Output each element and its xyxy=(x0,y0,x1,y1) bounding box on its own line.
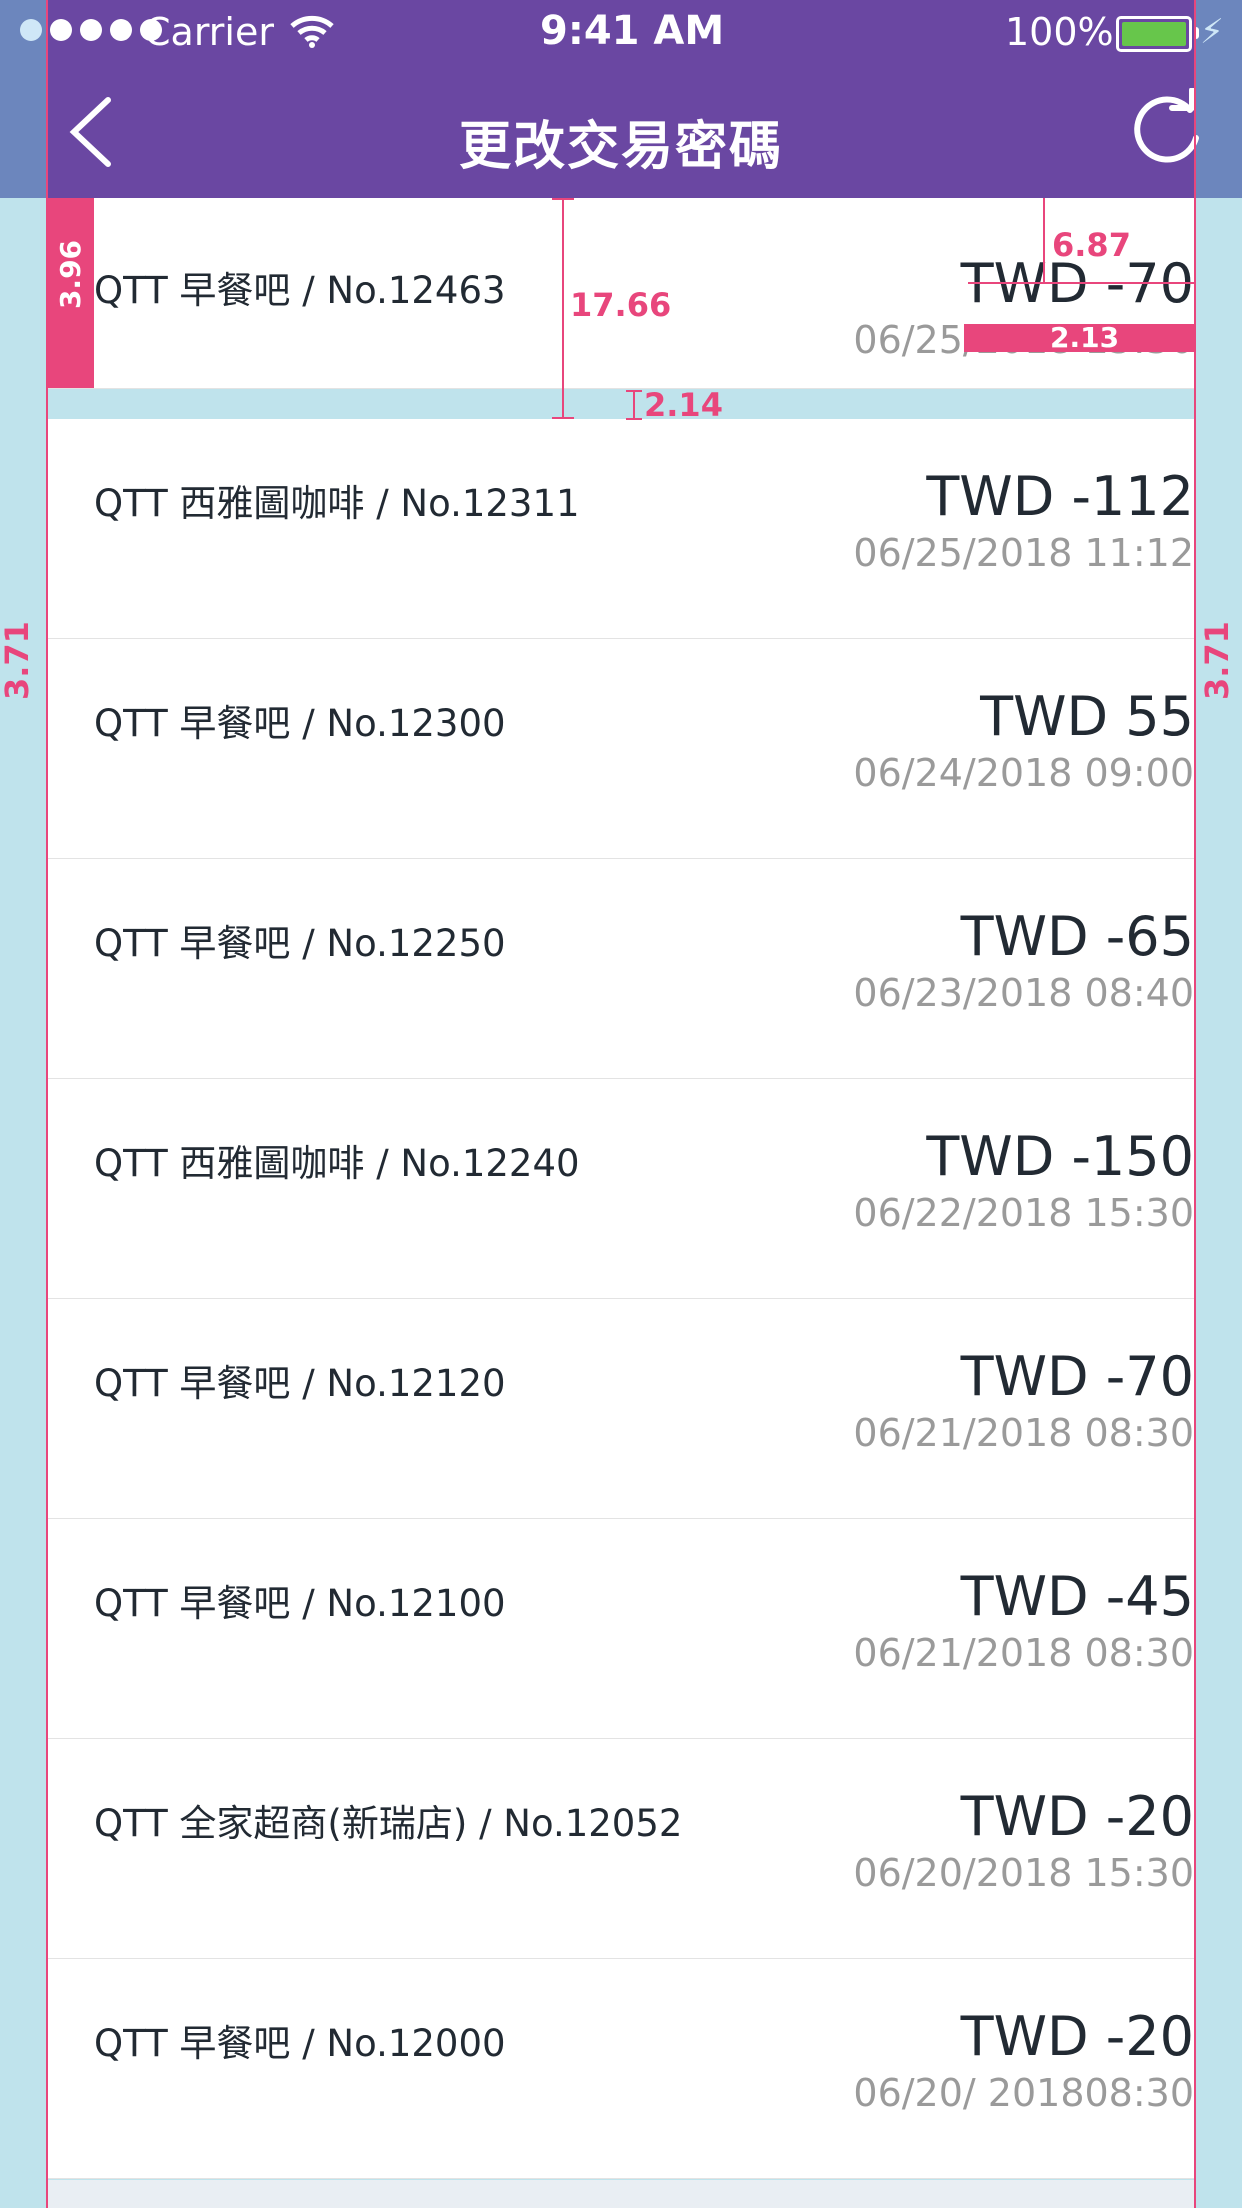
amount-label: TWD -45 xyxy=(960,1565,1194,1628)
spec-top-gap-label: 6.87 xyxy=(1052,226,1131,264)
spec-margin-left-label: 3.71 xyxy=(0,621,36,700)
amount-label: TWD -20 xyxy=(960,1785,1194,1848)
spec-height-cap-top xyxy=(552,198,574,200)
amount-label: TWD -112 xyxy=(926,465,1194,528)
transaction-row[interactable]: QTT 全家超商(新瑞店) / No.12052 TWD -20 06/20/2… xyxy=(48,1739,1194,1959)
page-title: 更改交易密碼 xyxy=(458,117,783,177)
merchant-label: QTT 西雅圖咖啡 / No.12311 xyxy=(94,482,580,525)
date-label: 06/23/2018 08:40 xyxy=(853,971,1194,1015)
signal-icon xyxy=(20,19,162,41)
spec-row-gap-cap-bottom xyxy=(626,418,642,420)
spec-left-bar: 3.96 xyxy=(46,198,94,388)
date-label: 06/20/2018 15:30 xyxy=(853,1851,1194,1895)
amount-label: TWD -150 xyxy=(926,1125,1194,1188)
wifi-icon xyxy=(290,15,334,48)
spec-height-label: 17.66 xyxy=(570,286,672,324)
transaction-row[interactable]: QTT 西雅圖咖啡 / No.12311 TWD -112 06/25/2018… xyxy=(48,419,1194,639)
spec-top-gap-line xyxy=(1043,198,1045,284)
merchant-label: QTT 早餐吧 / No.12120 xyxy=(94,1362,506,1405)
merchant-label: QTT 全家超商(新瑞店) / No.12052 xyxy=(94,1802,683,1845)
spec-row-gap-line xyxy=(633,390,635,420)
charging-icon: ⚡ xyxy=(1200,12,1224,52)
battery-icon xyxy=(1116,16,1199,52)
spec-row-gap-label: 2.14 xyxy=(644,386,723,424)
spec-top-gap-cap xyxy=(968,282,1196,284)
date-label: 06/25/2018 11:12 xyxy=(853,531,1194,575)
left-gutter xyxy=(0,0,46,2208)
date-label: 06/21/2018 08:30 xyxy=(853,1631,1194,1675)
transaction-row[interactable]: QTT 早餐吧 / No.12250 TWD -65 06/23/2018 08… xyxy=(48,859,1194,1079)
status-time: 9:41 AM xyxy=(540,8,725,54)
app-header: Carrier 9:41 AM 100% ⚡ 更改交易密碼 xyxy=(0,0,1242,198)
transaction-list: QTT 早餐吧 / No.12463 TWD -70 06/25/2018 15… xyxy=(48,198,1194,2179)
merchant-label: QTT 西雅圖咖啡 / No.12240 xyxy=(94,1142,580,1185)
amount-label: TWD 55 xyxy=(980,685,1194,748)
transaction-row[interactable]: QTT 早餐吧 / No.12120 TWD -70 06/21/2018 08… xyxy=(48,1299,1194,1519)
refresh-icon[interactable] xyxy=(1120,88,1210,178)
spec-amount-gap-bar: 2.13 xyxy=(964,321,1196,354)
spec-left-bar-label: 3.96 xyxy=(54,239,88,310)
merchant-label: QTT 早餐吧 / No.12100 xyxy=(94,1582,506,1625)
transaction-row[interactable]: QTT 早餐吧 / No.12000 TWD -20 06/20/ 201808… xyxy=(48,1959,1194,2179)
battery-percent: 100% xyxy=(1005,10,1114,54)
merchant-label: QTT 早餐吧 / No.12300 xyxy=(94,702,506,745)
right-gutter xyxy=(1196,0,1242,2208)
amount-label: TWD -20 xyxy=(960,2005,1194,2068)
spec-margin-right-label: 3.71 xyxy=(1198,621,1236,700)
spec-height-cap-bottom xyxy=(552,417,574,419)
spec-row-gap-cap-top xyxy=(626,390,642,392)
amount-label: TWD -70 xyxy=(960,1345,1194,1408)
date-label: 06/24/2018 09:00 xyxy=(853,751,1194,795)
merchant-label: QTT 早餐吧 / No.12000 xyxy=(94,2022,506,2065)
transaction-row[interactable]: QTT 早餐吧 / No.12300 TWD 55 06/24/2018 09:… xyxy=(48,639,1194,859)
carrier-label: Carrier xyxy=(144,10,274,54)
date-label: 06/20/ 201808:30 xyxy=(853,2071,1194,2115)
merchant-label: QTT 早餐吧 / No.12463 xyxy=(94,269,506,312)
amount-label: TWD -65 xyxy=(960,905,1194,968)
spec-height-line xyxy=(562,198,564,418)
merchant-label: QTT 早餐吧 / No.12250 xyxy=(94,922,506,965)
status-bar: Carrier 9:41 AM 100% ⚡ xyxy=(0,0,1242,66)
date-label: 06/22/2018 15:30 xyxy=(853,1191,1194,1235)
spec-amount-gap-label: 2.13 xyxy=(1050,321,1120,354)
transaction-row[interactable]: QTT 西雅圖咖啡 / No.12240 TWD -150 06/22/2018… xyxy=(48,1079,1194,1299)
nav-bar: 更改交易密碼 xyxy=(0,66,1242,198)
transaction-row[interactable]: QTT 早餐吧 / No.12100 TWD -45 06/21/2018 08… xyxy=(48,1519,1194,1739)
date-label: 06/21/2018 08:30 xyxy=(853,1411,1194,1455)
list-footer xyxy=(48,2180,1194,2208)
